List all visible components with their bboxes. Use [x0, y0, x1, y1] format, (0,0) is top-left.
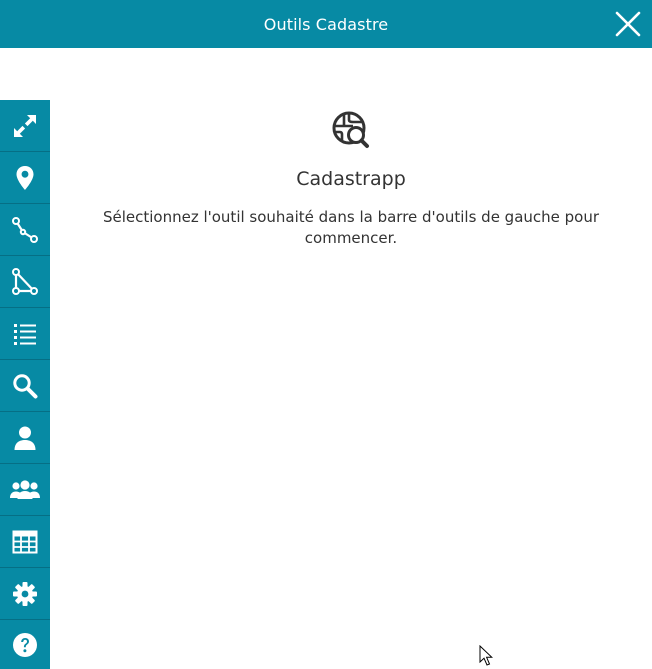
zoom-extent-button[interactable] — [0, 100, 50, 152]
left-toolbar — [0, 100, 50, 669]
line-draw-icon — [12, 216, 38, 243]
panel-title: Outils Cadastre — [263, 14, 389, 34]
users-group-icon — [10, 479, 40, 499]
instruction-text: Sélectionnez l'outil souhaité dans la ba… — [102, 208, 600, 247]
table-icon — [12, 530, 38, 553]
list-icon — [14, 323, 36, 345]
search-co-owners-button[interactable] — [0, 464, 50, 516]
search-icon — [13, 373, 38, 398]
help-button[interactable] — [0, 620, 50, 669]
expand-arrows-icon — [14, 114, 36, 137]
table-view-button[interactable] — [0, 516, 50, 568]
app-name: Cadastrapp — [296, 168, 406, 190]
select-point-button[interactable] — [0, 152, 50, 204]
preferences-button[interactable] — [0, 568, 50, 620]
user-icon — [14, 426, 36, 450]
globe-search-icon — [332, 111, 369, 148]
close-icon — [615, 11, 641, 37]
polygon-draw-icon — [12, 267, 38, 295]
search-plots-button[interactable] — [0, 360, 50, 412]
cadastre-panel: Outils Cadastre Cadastrapp Sélectionnez … — [0, 0, 652, 669]
mouse-pointer-icon — [479, 644, 494, 669]
select-polygon-button[interactable] — [0, 256, 50, 308]
select-line-button[interactable] — [0, 204, 50, 256]
map-marker-icon — [16, 165, 34, 190]
main-content: Cadastrapp Sélectionnez l'outil souhaité… — [50, 100, 652, 249]
gear-icon — [13, 581, 37, 606]
search-owner-button[interactable] — [0, 412, 50, 464]
help-icon — [13, 632, 37, 657]
selection-list-button[interactable] — [0, 308, 50, 360]
panel-header: Outils Cadastre — [0, 0, 652, 48]
app-logo — [50, 110, 652, 150]
close-button[interactable] — [610, 6, 646, 42]
